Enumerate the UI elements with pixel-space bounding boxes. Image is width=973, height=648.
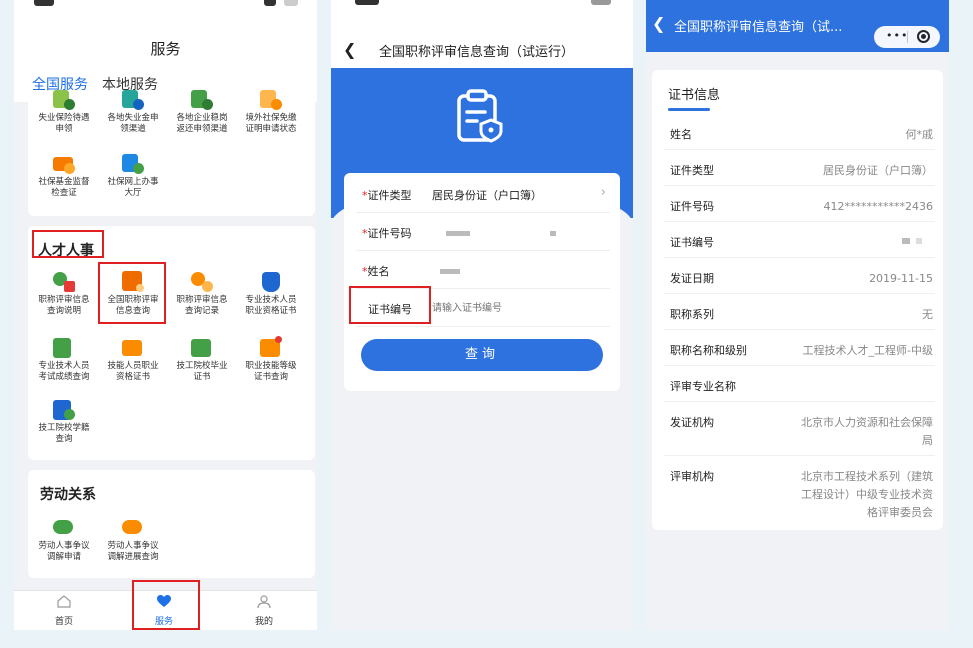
skill-level-icon: [260, 336, 282, 358]
masked-value: [440, 269, 460, 274]
query-form-panel: ❮ 全国职称评审信息查询（试运行） *证件类型 居民身份证（户口簿） › *证件…: [331, 0, 633, 630]
chevron-right-icon: ›: [600, 185, 606, 200]
service-overseas-insurance[interactable]: 境外社保免缴 证明申请状态: [237, 88, 305, 135]
highlight-title-review-query: [98, 262, 166, 324]
info-row: 证书编号: [664, 222, 935, 258]
info-row: 评审机构 北京市工程技术系列（建筑 工程设计）中级专业技术资 格评审委员会: [670, 470, 933, 519]
field-name[interactable]: *姓名: [356, 251, 610, 289]
dispute-apply-icon: [53, 516, 75, 538]
highlight-talent-title: [32, 230, 104, 258]
section-title-labor: 劳动关系: [40, 487, 96, 503]
service-professional-cert[interactable]: 专业技术人员 职业资格证书: [237, 270, 305, 317]
services-header: 服务: [14, 0, 317, 72]
service-student-record[interactable]: 技工院校学籍 查询: [30, 398, 98, 445]
back-arrow-icon[interactable]: ❮: [343, 40, 356, 59]
overseas-insurance-icon: [260, 88, 282, 110]
more-icon[interactable]: •••: [886, 29, 908, 42]
field-id-number[interactable]: *证件号码: [356, 213, 610, 251]
miniprogram-capsule[interactable]: •••: [874, 26, 940, 48]
exam-score-icon: [53, 336, 75, 358]
title-review-guide-icon: [53, 270, 75, 292]
service-job-stabilize[interactable]: 各地企业稳岗 返还申领渠道: [168, 88, 236, 135]
section-title: 证书信息: [668, 88, 721, 103]
page-title: 全国职称评审信息查询（试...: [674, 20, 843, 35]
title-review-record-icon: [191, 270, 213, 292]
highlight-cert-number: [349, 286, 431, 324]
skill-cert-icon: [122, 336, 144, 358]
highlight-nav-services: [132, 580, 200, 630]
certificate-shield-icon: [457, 89, 503, 143]
close-icon[interactable]: [917, 30, 930, 43]
job-stabilize-icon: [191, 88, 213, 110]
masked-value: [446, 231, 470, 236]
result-panel: ❮ 全国职称评审信息查询（试... ••• 证书信息 姓名 何*戚 证件类型 居民身…: [646, 0, 949, 630]
nav-home[interactable]: 首页: [34, 595, 94, 627]
service-unemployment[interactable]: 失业保险待遇 申领: [30, 88, 98, 135]
service-skill-cert[interactable]: 技能人员职业 资格证书: [99, 336, 167, 383]
info-row: 评审专业名称: [664, 366, 935, 402]
home-icon: [57, 595, 71, 608]
service-skill-level[interactable]: 职业技能等级 证书查询: [237, 336, 305, 383]
dispute-progress-icon: [122, 516, 144, 538]
info-row: 发证机构 北京市人力资源和社会保障 局: [664, 402, 935, 456]
talent-personnel-card: 人才人事 职称评审信息 查询说明 全国职称评审 信息查询 职称评审信息 查询记录…: [28, 226, 315, 460]
service-graduation-cert[interactable]: 技工院校毕业 证书: [168, 336, 236, 383]
service-fund-supervision[interactable]: 社保基金监督 检查证: [30, 152, 98, 199]
unemployment-icon: [53, 88, 75, 110]
user-icon: [257, 595, 271, 609]
professional-cert-icon: [260, 270, 282, 292]
online-hall-icon: [122, 152, 144, 174]
service-dispute-apply[interactable]: 劳动人事争议 调解申请: [30, 516, 98, 563]
field-id-type[interactable]: *证件类型 居民身份证（户口簿） ›: [356, 175, 610, 213]
social-insurance-card: 失业保险待遇 申领 各地失业金申 领渠道 各地企业稳岗 返还申领渠道 境外社保免…: [28, 90, 315, 216]
service-online-hall[interactable]: 社保网上办事 大厅: [99, 152, 167, 199]
cert-number-input[interactable]: [432, 298, 602, 318]
info-row: 职称名称和级别 工程技术人才_工程师-中级: [664, 330, 935, 366]
nav-mine[interactable]: 我的: [234, 595, 294, 627]
service-title-review-guide[interactable]: 职称评审信息 查询说明: [30, 270, 98, 317]
fund-supervision-icon: [53, 152, 75, 174]
services-panel: 服务 全国服务 本地服务 失业保险待遇 申领 各地失业金申 领渠道 各地企业稳岗…: [14, 0, 317, 630]
info-row: 发证日期 2019-11-15: [664, 258, 935, 294]
unemployment-channel-icon: [122, 88, 144, 110]
masked-value: [902, 238, 910, 244]
masked-value: [550, 231, 556, 236]
page-title: 服务: [150, 40, 181, 58]
back-arrow-icon[interactable]: ❮: [652, 14, 665, 33]
info-row: 证件类型 居民身份证（户口簿）: [664, 150, 935, 186]
graduation-cert-icon: [191, 336, 213, 358]
labor-relations-card: 劳动关系 劳动人事争议 调解申请 劳动人事争议 调解进展查询: [28, 470, 315, 578]
query-form: *证件类型 居民身份证（户口簿） › *证件号码 *姓名 证书编号 查询: [344, 173, 620, 391]
student-record-icon: [53, 398, 75, 420]
result-header: ❮ 全国职称评审信息查询（试... •••: [646, 0, 949, 52]
service-unemployment-channel[interactable]: 各地失业金申 领渠道: [99, 88, 167, 135]
service-exam-score[interactable]: 专业技术人员 考试成绩查询: [30, 336, 98, 383]
page-title: 全国职称评审信息查询（试运行）: [379, 45, 575, 60]
id-type-value: 居民身份证（户口簿）: [432, 189, 542, 202]
certificate-info-card: 证书信息 姓名 何*戚 证件类型 居民身份证（户口簿） 证件号码 412*******…: [652, 70, 943, 530]
info-row: 证件号码 412***********2436: [664, 186, 935, 222]
service-title-review-record[interactable]: 职称评审信息 查询记录: [168, 270, 236, 317]
masked-value: [916, 238, 922, 244]
query-header: ❮ 全国职称评审信息查询（试运行）: [331, 0, 633, 68]
info-row: 姓名 何*戚: [664, 114, 935, 150]
service-dispute-progress[interactable]: 劳动人事争议 调解进展查询: [99, 516, 167, 563]
info-row: 职称系列无: [664, 294, 935, 330]
query-button[interactable]: 查询: [361, 339, 603, 371]
status-bar-fragment: [34, 0, 298, 8]
